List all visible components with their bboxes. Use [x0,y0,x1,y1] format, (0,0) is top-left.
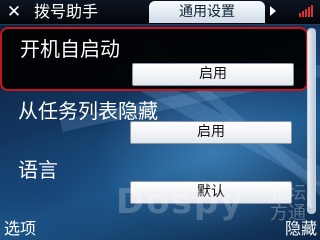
chevron-right-icon[interactable] [270,6,276,16]
setting-value-autostart[interactable]: 启用 [132,63,294,86]
tab-general-settings[interactable]: 通用设置 [149,1,265,23]
setting-autostart[interactable]: 开机自启动 启用 [0,27,308,91]
setting-label: 语言 [18,158,58,182]
title-bar: ✕ 拨号助手 通用设置 [0,0,320,25]
scrollbar-thumb[interactable] [308,30,315,208]
scrollbar[interactable] [307,28,316,214]
app-title: 拨号助手 [34,2,99,21]
setting-hide-from-tasklist[interactable]: 从任务列表隐藏 启用 [0,91,304,149]
screen: ✕ 拨号助手 通用设置 开机自启动 启用 从任务列表隐藏 启用 语言 默认 Do… [0,0,320,240]
setting-label: 从任务列表隐藏 [18,99,158,123]
signal-icon [299,5,313,17]
hide-softkey[interactable]: 隐藏 [285,218,317,240]
setting-value-hide-from-tasklist[interactable]: 启用 [130,121,292,144]
close-icon[interactable]: ✕ [4,1,24,23]
options-softkey[interactable]: 选项 [4,218,36,240]
setting-label: 开机自启动 [20,37,120,61]
